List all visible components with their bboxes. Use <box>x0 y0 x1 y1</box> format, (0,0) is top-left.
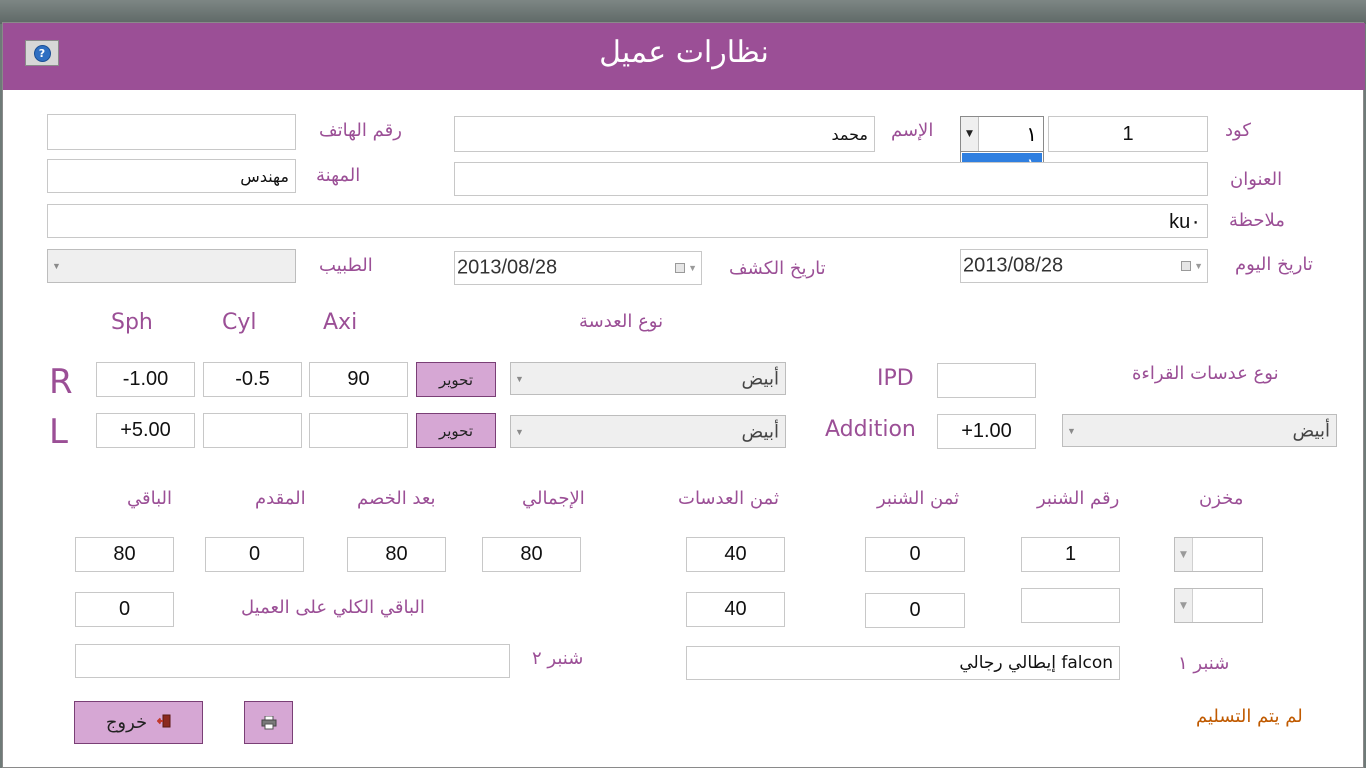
after-discount-field[interactable]: 80 <box>347 537 446 572</box>
chevron-down-icon[interactable]: ▼ <box>1194 261 1203 271</box>
chevron-down-icon[interactable]: ▼ <box>961 117 979 151</box>
phone-label: رقم الهاتف <box>319 120 402 141</box>
frame1-label: شنبر ١ <box>1178 653 1230 674</box>
chevron-down-icon[interactable]: ▼ <box>1175 538 1193 571</box>
job-field[interactable]: مهندس <box>47 159 296 193</box>
paid-field[interactable]: 0 <box>205 537 304 572</box>
reading-lens-type-select[interactable]: ▼ أبيض <box>1062 414 1337 447</box>
doctor-select[interactable]: ▼ <box>47 249 296 283</box>
after-discount-header: بعد الخصم <box>357 488 436 509</box>
total-field[interactable]: 80 <box>482 537 581 572</box>
window-title: نظارات عميل <box>599 35 769 70</box>
code-label: كود <box>1225 120 1251 141</box>
axi-header: Axi <box>323 310 358 335</box>
chevron-down-icon[interactable]: ▼ <box>515 374 524 384</box>
left-cyl-field[interactable] <box>203 413 302 448</box>
note-label: ملاحظة <box>1229 210 1285 231</box>
paid-header: المقدم <box>255 488 306 509</box>
code-field[interactable]: 1 <box>1048 116 1208 152</box>
chevron-down-icon[interactable]: ▼ <box>515 427 524 437</box>
help-icon: ? <box>33 44 51 62</box>
right-lens-type-value: أبيض <box>741 368 780 388</box>
frame-price-field-1[interactable]: 0 <box>865 537 965 572</box>
right-eye-label: R <box>49 362 73 402</box>
total-header: الإجمالي <box>522 488 585 509</box>
left-axi-field[interactable] <box>309 413 408 448</box>
lens-type-header: نوع العدسة <box>579 311 664 332</box>
frame-price-header: ثمن الشنبر <box>877 488 960 509</box>
customer-glasses-window: نظارات عميل ? كود 1 ▼ ١ ١ الإسم محمد رقم… <box>2 22 1365 768</box>
chevron-down-icon[interactable]: ▼ <box>688 263 697 273</box>
today-date-label: تاريخ اليوم <box>1235 254 1313 275</box>
exam-date-value: 2013/08/28 <box>457 256 558 279</box>
delivery-status: لم يتم التسليم <box>1196 706 1303 727</box>
reading-lens-type-value: أبيض <box>1292 420 1331 440</box>
frame-price-field-2[interactable]: 0 <box>865 593 965 628</box>
chevron-down-icon[interactable]: ▼ <box>1067 426 1076 436</box>
today-date-value: 2013/08/28 <box>963 254 1064 277</box>
calendar-icon <box>1181 261 1191 271</box>
right-cyl-field[interactable]: -0.5 <box>203 362 302 397</box>
help-button[interactable]: ? <box>25 40 59 66</box>
lens-price-field-1[interactable]: 40 <box>686 537 785 572</box>
today-date-picker[interactable]: 2013/08/28 ▼ <box>960 249 1208 283</box>
exam-date-label: تاريخ الكشف <box>729 258 826 279</box>
cyl-header: Cyl <box>222 310 257 335</box>
job-label: المهنة <box>316 165 361 186</box>
frame2-label: شنبر ٢ <box>532 648 584 669</box>
addition-label: Addition <box>825 417 916 442</box>
remaining-header: الباقي <box>127 488 173 509</box>
lens-price-field-2[interactable]: 40 <box>686 592 785 627</box>
print-button[interactable] <box>244 701 293 744</box>
name-field[interactable]: محمد <box>454 116 875 152</box>
exam-date-picker[interactable]: 2013/08/28 ▼ <box>454 251 702 285</box>
frame-number-header: رقم الشنبر <box>1037 488 1120 509</box>
chevron-down-icon[interactable]: ▼ <box>52 261 61 271</box>
name-code-combo-value: ١ <box>1026 122 1037 146</box>
address-label: العنوان <box>1230 169 1283 190</box>
exit-button[interactable]: خروج <box>74 701 203 744</box>
total-remaining-field[interactable]: 0 <box>75 592 174 627</box>
remaining-field[interactable]: 80 <box>75 537 174 572</box>
chevron-down-icon[interactable]: ▼ <box>1175 589 1193 622</box>
frame1-field[interactable]: إيطالي رجالي falcon <box>686 646 1120 680</box>
ipd-field[interactable] <box>937 363 1036 398</box>
store-select-2[interactable]: ▼ <box>1174 588 1263 623</box>
left-transpose-button[interactable]: تحوير <box>416 413 496 448</box>
lens-price-header: ثمن العدسات <box>678 488 779 509</box>
ipd-label: IPD <box>877 366 914 391</box>
right-transpose-button[interactable]: تحوير <box>416 362 496 397</box>
sph-header: Sph <box>111 310 153 335</box>
right-axi-field[interactable]: 90 <box>309 362 408 397</box>
addition-field[interactable]: +1.00 <box>937 414 1036 449</box>
title-bar: نظارات عميل ? <box>3 23 1365 90</box>
frame2-field[interactable] <box>75 644 510 678</box>
store-select-1[interactable]: ▼ <box>1174 537 1263 572</box>
right-sph-field[interactable]: -1.00 <box>96 362 195 397</box>
doctor-label: الطبيب <box>319 255 373 276</box>
calendar-icon <box>675 263 685 273</box>
frame-number-field-2[interactable] <box>1021 588 1120 623</box>
reading-lens-type-label: نوع عدسات القراءة <box>1132 363 1279 384</box>
note-field[interactable]: ku٠ <box>47 204 1208 238</box>
store-header: مخزن <box>1199 488 1244 509</box>
frame-number-field-1[interactable]: 1 <box>1021 537 1120 572</box>
name-label: الإسم <box>891 120 934 141</box>
address-field[interactable] <box>454 162 1208 196</box>
phone-field[interactable] <box>47 114 296 150</box>
desktop-background <box>0 0 1366 24</box>
right-lens-type-select[interactable]: ▼ أبيض <box>510 362 786 395</box>
left-eye-label: L <box>49 412 68 452</box>
left-lens-type-value: أبيض <box>741 421 780 441</box>
left-sph-field[interactable]: +5.00 <box>96 413 195 448</box>
printer-icon <box>261 715 276 729</box>
left-lens-type-select[interactable]: ▼ أبيض <box>510 415 786 448</box>
exit-button-label: خروج <box>105 712 148 733</box>
name-code-combo[interactable]: ▼ ١ <box>960 116 1044 152</box>
total-remaining-label: الباقي الكلي على العميل <box>241 597 425 618</box>
exit-door-icon <box>156 714 171 732</box>
